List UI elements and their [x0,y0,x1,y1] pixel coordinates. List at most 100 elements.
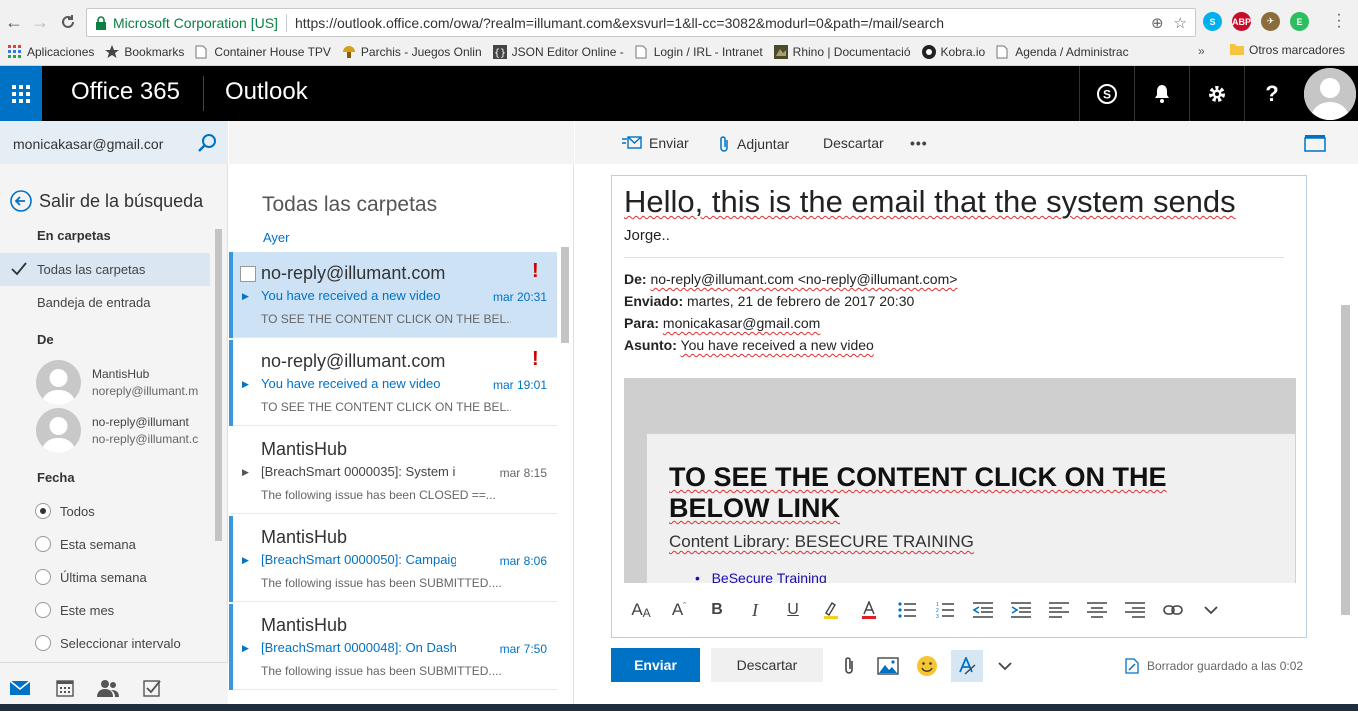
date-filter-option[interactable]: Esta semana [35,536,136,552]
apps-bookmark[interactable]: Aplicaciones [8,45,94,59]
folder-scope-item[interactable]: Bandeja de entrada [0,286,210,319]
rocket-extension-icon[interactable]: ✈ [1261,12,1280,31]
folder-pane-scroll-thumb[interactable] [215,229,222,541]
date-group-label[interactable]: Ayer [263,230,290,245]
radio-button[interactable] [35,602,51,618]
date-filter-option[interactable]: Este mes [35,602,114,618]
sender-filter-item[interactable]: no-reply@illumant no-reply@illumant.c [36,408,211,454]
sender-filter-item[interactable]: MantisHub noreply@illumant.m [36,360,211,406]
bookmark-star-icon[interactable]: ☆ [1174,14,1187,32]
expand-arrow-icon[interactable]: ▶ [242,467,249,478]
evernote-extension-icon[interactable]: E [1290,12,1309,31]
bookmark-item[interactable]: Parchis - Juegos Onlin [342,45,482,59]
bookmark-item[interactable]: Bookmarks [105,45,184,59]
message-list-scroll-thumb[interactable] [561,247,569,343]
radio-button[interactable] [35,536,51,552]
skype-extension-icon[interactable]: S [1203,12,1222,31]
user-avatar[interactable] [1304,68,1356,120]
emoji-icon[interactable] [915,654,939,678]
insert-picture-icon[interactable] [876,654,900,678]
bookmark-item[interactable]: Kobra.io [921,45,985,59]
address-bar[interactable]: Microsoft Corporation [US] https://outlo… [86,8,1196,37]
formatting-toggle-icon[interactable] [951,650,983,682]
link-icon[interactable] [1154,595,1192,625]
radio-button[interactable] [35,503,51,519]
exit-search-button[interactable]: Salir de la búsqueda [10,190,203,212]
expand-arrow-icon[interactable]: ▶ [242,643,249,654]
more-bookmarks-icon[interactable]: » [1198,44,1205,58]
grow-font-icon[interactable]: Aˆ [660,595,698,625]
date-filter-option[interactable]: Última semana [35,569,147,585]
forward-icon[interactable]: → [30,12,50,32]
settings-button[interactable] [1189,66,1244,121]
numbering-icon[interactable]: 123 [926,595,964,625]
expand-arrow-icon[interactable]: ▶ [242,291,249,302]
tasks-icon[interactable] [141,677,163,699]
more-options-icon[interactable]: ••• [910,135,928,151]
app-name-label[interactable]: Outlook [225,78,308,106]
bookmark-item[interactable]: Agenda / Administrac [996,45,1129,59]
font-color-icon[interactable] [850,595,888,625]
message-item[interactable]: no-reply@illumant.com! ▶ You have received… [229,340,557,426]
folder-scope-item[interactable]: Todas las carpetas [0,253,210,286]
browser-menu-icon[interactable]: · · · [1334,7,1344,35]
other-bookmarks[interactable]: Otros marcadores [1230,43,1345,57]
underline-icon[interactable]: U [774,595,812,625]
attach-icon[interactable] [837,654,861,678]
back-icon[interactable]: ← [4,12,24,32]
send-button[interactable]: Enviar [611,648,700,682]
font-size-icon[interactable]: AA [622,595,660,625]
adblock-plus-icon[interactable]: ABP [1232,12,1251,31]
toolbar-discard-button[interactable]: Descartar [823,135,884,151]
message-list-scrollbar[interactable] [561,227,569,707]
skype-button[interactable]: S [1079,66,1134,121]
folder-pane-scrollbar[interactable] [215,219,222,667]
highlight-icon[interactable] [812,595,850,625]
radio-button[interactable] [35,569,51,585]
popout-icon[interactable] [1304,134,1326,152]
radio-button[interactable] [35,635,51,651]
url-text[interactable]: https://outlook.office.com/owa/?realm=il… [295,15,944,31]
message-body-editor[interactable]: Hello, this is the email that the system… [611,175,1307,638]
expand-arrow-icon[interactable]: ▶ [242,555,249,566]
align-center-icon[interactable] [1078,595,1116,625]
date-filter-option[interactable]: Seleccionar intervalo [35,635,181,651]
brand-label[interactable]: Office 365 [71,78,180,106]
more-actions-chevron-icon[interactable] [993,654,1017,678]
account-name[interactable]: monicakasar@gmail.cor [13,136,173,152]
bookmark-item[interactable]: {} JSON Editor Online - [492,45,624,59]
bookmark-item[interactable]: Login / IRL - Intranet [635,45,763,59]
mail-icon[interactable] [9,677,31,699]
compose-scrollbar[interactable] [1341,181,1350,701]
message-item[interactable]: no-reply@illumant.com! ▶ You have received… [229,252,557,338]
italic-icon[interactable]: I [736,595,774,625]
discard-button[interactable]: Descartar [711,648,823,682]
calendar-icon[interactable] [54,677,76,699]
zoom-icon[interactable]: ⊕ [1151,14,1164,32]
bullets-icon[interactable] [888,595,926,625]
bookmark-item[interactable]: Rhino | Documentació [773,45,911,59]
more-formatting-chevron-icon[interactable] [1192,595,1230,625]
reload-icon[interactable] [58,12,78,32]
message-item[interactable]: MantisHub ▶ [BreachSmart 0000048]: On Dash… [229,604,557,690]
people-icon[interactable] [97,677,119,699]
notifications-button[interactable] [1134,66,1189,121]
app-launcher-button[interactable] [0,66,42,121]
help-icon[interactable]: ? [1244,66,1299,121]
bold-icon[interactable]: B [698,595,736,625]
align-left-icon[interactable] [1040,595,1078,625]
decrease-indent-icon[interactable] [964,595,1002,625]
select-checkbox[interactable] [240,266,256,282]
bookmark-item[interactable]: Container House TPV [195,45,331,59]
toolbar-attach-button[interactable]: Adjuntar [718,135,789,153]
align-right-icon[interactable] [1116,595,1154,625]
training-link[interactable]: • BeSecure Training [695,570,827,583]
expand-arrow-icon[interactable]: ▶ [242,379,249,390]
date-filter-option[interactable]: Todos [35,503,95,519]
toolbar-send-button[interactable]: Enviar [622,135,689,151]
compose-scroll-thumb[interactable] [1341,305,1350,615]
search-icon[interactable] [197,133,217,153]
message-item[interactable]: MantisHub ▶ [BreachSmart 0000035]: System … [229,428,557,514]
message-item[interactable]: MantisHub ▶ [BreachSmart 0000050]: Campaig… [229,516,557,602]
increase-indent-icon[interactable] [1002,595,1040,625]
